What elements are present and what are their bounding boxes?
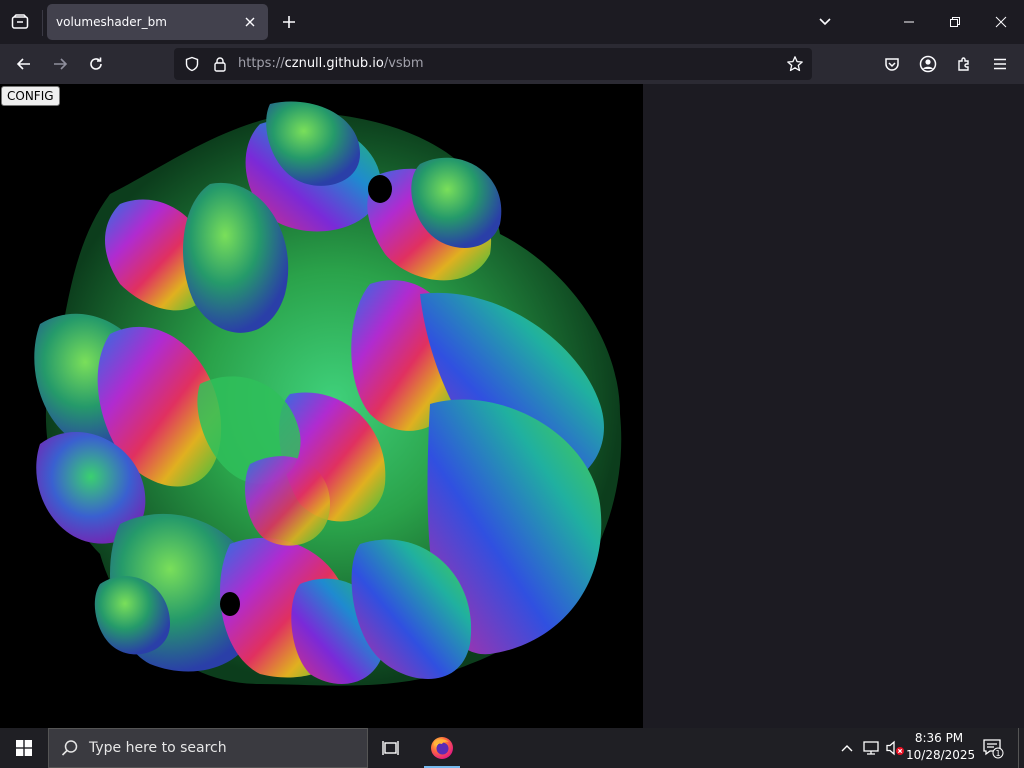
lock-icon[interactable] [210, 54, 230, 74]
reload-button[interactable] [80, 48, 112, 80]
tab-list-icon [11, 14, 29, 29]
list-tabs-dropdown[interactable] [810, 8, 840, 36]
clock-date: 10/28/2025 [906, 748, 976, 762]
bookmark-star-button[interactable] [784, 53, 806, 75]
hamburger-icon [994, 58, 1006, 70]
url-host: cznull.github.io [284, 56, 384, 71]
window-restore-button[interactable] [932, 7, 978, 37]
notification-count: 1 [995, 749, 1000, 758]
plus-icon [283, 16, 295, 28]
back-button[interactable] [8, 48, 40, 80]
tab-volumeshader[interactable]: volumeshader_bm [47, 4, 268, 40]
url-text[interactable]: https://cznull.github.io/vsbm [238, 48, 424, 80]
browser-tabstrip: volumeshader_bm [0, 0, 1024, 44]
taskbar-search-box[interactable]: Type here to search [48, 728, 368, 768]
page-viewport: CONFIG [0, 84, 1024, 728]
show-hidden-icons-button[interactable] [836, 736, 858, 760]
search-icon [61, 739, 79, 761]
minimize-icon [904, 21, 914, 23]
task-view-button[interactable] [374, 732, 410, 764]
search-placeholder: Type here to search [89, 740, 227, 756]
close-icon [245, 17, 255, 27]
new-tab-button[interactable] [274, 8, 304, 36]
arrow-left-icon [16, 58, 30, 70]
puzzle-icon [958, 57, 969, 71]
close-icon [995, 16, 1007, 28]
shield-icon[interactable] [182, 54, 202, 74]
show-desktop-button[interactable] [1018, 728, 1019, 768]
chevron-down-icon [819, 18, 831, 26]
volume-muted-icon [886, 740, 904, 756]
navigation-toolbar: https://cznull.github.io/vsbm [0, 44, 1024, 84]
pocket-button[interactable] [876, 48, 908, 80]
taskbar-clock[interactable]: 8:36 PM 10/28/2025 [906, 730, 976, 766]
clock-time: 8:36 PM [914, 731, 964, 745]
task-view-icon [382, 741, 399, 755]
action-center-button[interactable]: 1 [980, 734, 1006, 762]
account-icon [919, 55, 937, 73]
fractal-render-canvas[interactable] [0, 84, 643, 728]
pocket-icon [885, 58, 899, 71]
extensions-button[interactable] [948, 48, 980, 80]
app-menu-button[interactable] [984, 48, 1016, 80]
notification-icon: 1 [983, 739, 1004, 759]
volume-tray-button[interactable] [884, 736, 906, 760]
tab-separator [42, 10, 43, 36]
tab-title: volumeshader_bm [56, 15, 167, 29]
reload-icon [90, 57, 102, 70]
taskbar-firefox-button[interactable] [422, 728, 462, 768]
network-icon [863, 741, 879, 755]
firefox-icon [431, 737, 453, 759]
windows-taskbar: Type here to search 8:36 PM 10/28/2025 1 [0, 728, 1024, 768]
screen: volumeshader_bm https://cznull.github.io… [0, 0, 1024, 768]
url-path: /vsbm [383, 56, 424, 71]
forward-button[interactable] [44, 48, 76, 80]
fractal-render-image [0, 84, 643, 728]
arrow-right-icon [54, 58, 68, 70]
window-close-button[interactable] [978, 7, 1024, 37]
account-button[interactable] [912, 48, 944, 80]
window-minimize-button[interactable] [886, 7, 932, 37]
windows-logo-icon [16, 740, 32, 756]
network-tray-button[interactable] [860, 736, 882, 760]
url-scheme: https:// [238, 56, 285, 71]
tab-close-button[interactable] [240, 12, 260, 32]
chevron-up-icon [841, 745, 853, 752]
config-button[interactable]: CONFIG [1, 86, 60, 106]
address-bar[interactable]: https://cznull.github.io/vsbm [174, 48, 812, 80]
start-button[interactable] [0, 728, 48, 768]
star-icon [787, 56, 803, 72]
list-all-tabs-button[interactable] [4, 7, 36, 37]
restore-icon [950, 17, 960, 27]
